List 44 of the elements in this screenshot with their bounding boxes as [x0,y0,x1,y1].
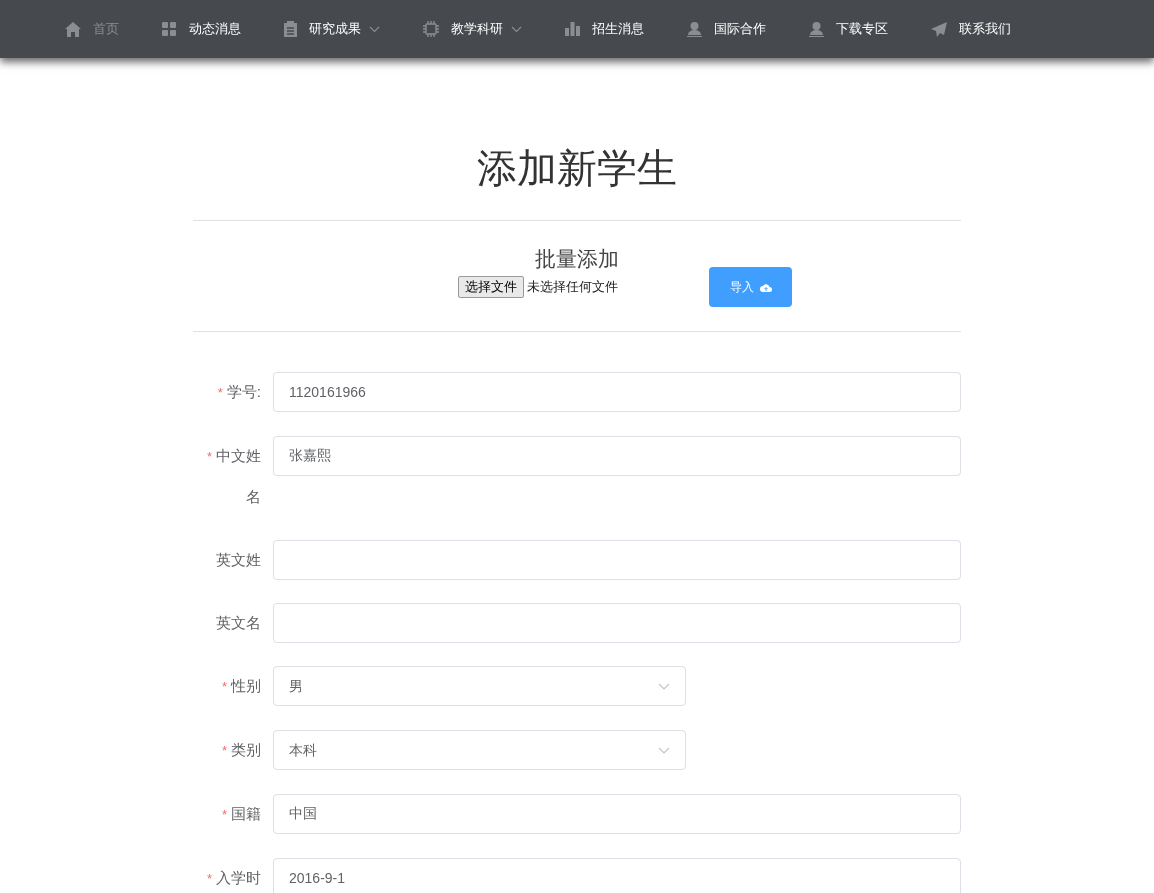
home-icon [65,21,81,37]
input-field[interactable] [273,603,961,643]
page-title: 添加新学生 [476,145,678,192]
chevron-down-icon [658,682,670,690]
nav-item[interactable]: 动态消息 [162,19,241,39]
user-icon [687,21,702,37]
field-label: * 国籍 [220,804,261,824]
cloud-upload-icon [759,282,772,292]
required-asterisk: * [206,449,212,464]
nav-item[interactable]: 下载专区 [809,19,888,39]
section-heading: 批量添加 [534,246,620,272]
input-field[interactable]: 中国 [273,794,961,834]
required-asterisk: * [221,679,227,694]
input-field[interactable] [273,540,961,580]
required-asterisk: * [217,385,223,400]
field-label: * 性别 [220,676,261,696]
nav-item[interactable]: 联系我们 [931,19,1011,39]
input-field[interactable]: 2016-9-1 [273,858,961,893]
user-icon [809,21,824,37]
chevron-down-icon [658,746,670,754]
required-asterisk: * [206,871,212,886]
required-asterisk: * [221,743,227,758]
nav-item[interactable]: 招生消息 [565,19,644,39]
field-label: * 学号: [216,382,261,402]
bar-chart-icon [565,22,580,36]
choose-file-button[interactable]: 选择文件 [458,276,524,298]
field-label: * 类别 [220,740,261,760]
file-status-text: 未选择任何文件 [527,278,618,297]
field-label: * 入学时 [205,868,261,888]
nav-item[interactable]: 教学科研 [423,19,522,39]
field-label: 英文姓 [215,550,261,570]
chip-icon [423,21,439,37]
clipboard-icon [284,21,297,37]
input-field[interactable]: 张嘉熙 [273,436,961,476]
select-field[interactable]: 本科 [273,730,686,770]
field-label: 英文名 [215,613,261,633]
select-field[interactable]: 男 [273,666,686,706]
grid-icon [162,21,177,37]
nav-item[interactable]: 研究成果 [284,19,380,39]
nav-item[interactable]: 国际合作 [687,19,766,39]
required-asterisk: * [221,807,227,822]
field-label: * 中文姓名 [205,446,261,507]
input-field[interactable]: 1120161966 [273,372,961,412]
paper-plane-icon [931,21,947,37]
